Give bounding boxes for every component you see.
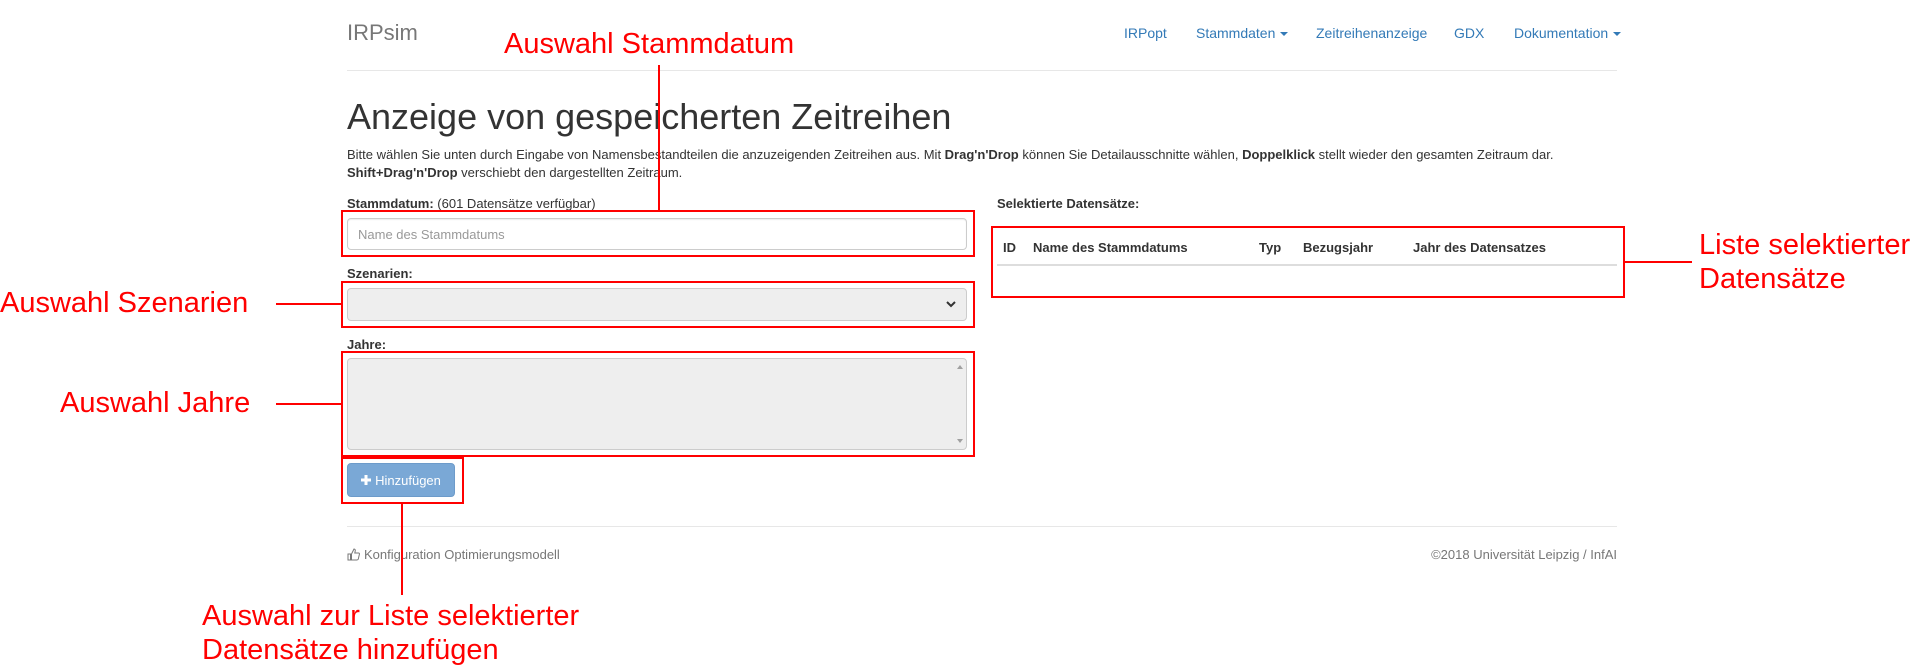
nav-stammdaten[interactable]: Stammdaten <box>1196 25 1289 41</box>
nav-zeitreihenanzeige[interactable]: Zeitreihenanzeige <box>1316 25 1427 41</box>
annotation-jahre: Auswahl Jahre <box>60 387 251 419</box>
annotation-liste-line2: Datensätze <box>1699 263 1846 295</box>
nav-dokumentation-label: Dokumentation <box>1514 25 1609 41</box>
stammdatum-count: (601 Datensätze verfügbar) <box>433 196 596 211</box>
selected-title: Selektierte Datensätze: <box>997 196 1140 211</box>
annotation-box-hinzufuegen <box>341 457 464 504</box>
annotation-hinzu-line2: Datensätze hinzufügen <box>202 634 499 666</box>
thumbs-up-icon <box>347 548 360 561</box>
annotation-box-liste <box>991 226 1625 298</box>
annotation-line-hinzufuegen <box>401 504 403 595</box>
annotation-line-jahre <box>276 403 341 405</box>
nav-gdx[interactable]: GDX <box>1454 25 1484 41</box>
page-title: Anzeige von gespeicherten Zeitreihen <box>347 96 952 137</box>
stammdatum-label-text: Stammdatum: <box>347 196 434 211</box>
intro-part: stellt wieder den gesamten Zeitraum dar. <box>1315 147 1554 162</box>
annotation-box-jahre <box>341 351 975 457</box>
footer-link[interactable]: Konfiguration Optimierungsmodell <box>347 547 560 562</box>
stammdatum-label: Stammdatum: (601 Datensätze verfügbar) <box>347 196 596 211</box>
caret-down-icon <box>1280 32 1289 37</box>
annotation-line-stammdatum <box>658 65 660 210</box>
intro-part: verschiebt den dargestellten Zeitraum. <box>457 165 683 180</box>
annotation-szenarien: Auswahl Szenarien <box>0 287 249 319</box>
footer-copyright: ©2018 Universität Leipzig / InfAI <box>1431 547 1617 562</box>
footer-divider <box>347 526 1617 527</box>
nav-stammdaten-label: Stammdaten <box>1196 25 1276 41</box>
brand-logo[interactable]: IRPsim <box>347 20 418 46</box>
szenarien-label: Szenarien: <box>347 266 413 281</box>
nav-irpopt[interactable]: IRPopt <box>1124 25 1167 41</box>
intro-bold: Shift+Drag'n'Drop <box>347 165 458 180</box>
caret-down-icon <box>1613 32 1622 37</box>
intro-bold: Doppelklick <box>1242 147 1316 162</box>
annotation-liste-line1: Liste selektierter <box>1699 229 1911 261</box>
annotation-line-liste <box>1625 261 1692 263</box>
annotation-box-szenarien <box>341 281 975 328</box>
intro-text: Bitte wählen Sie unten durch Eingabe von… <box>347 146 1617 182</box>
annotation-line-szenarien <box>276 303 341 305</box>
jahre-label: Jahre: <box>347 337 387 352</box>
navbar-divider <box>347 70 1617 71</box>
annotation-hinzu-line1: Auswahl zur Liste selektierter <box>202 600 580 632</box>
intro-part: können Sie Detailausschnitte wählen, <box>1018 147 1243 162</box>
annotation-box-stammdatum <box>341 210 975 257</box>
annotation-stammdatum: Auswahl Stammdatum <box>504 28 795 60</box>
intro-bold: Drag'n'Drop <box>944 147 1019 162</box>
footer-link-label: Konfiguration Optimierungsmodell <box>364 547 560 562</box>
intro-part: Bitte wählen Sie unten durch Eingabe von… <box>347 147 945 162</box>
nav-dokumentation[interactable]: Dokumentation <box>1514 25 1622 41</box>
